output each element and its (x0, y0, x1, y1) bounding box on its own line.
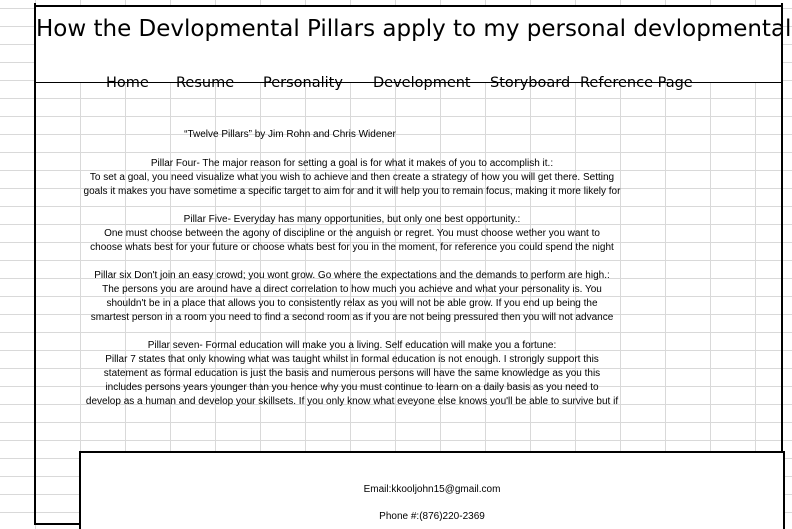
footer: Email:kkooljohn15@gmail.com Phone #:(876… (79, 451, 785, 529)
pillar-four-block: Pillar Four- The major reason for settin… (82, 157, 622, 199)
source-heading: “Twelve Pillars” by Jim Rohn and Chris W… (184, 129, 396, 140)
pillar-seven-title: Pillar seven- Formal education will make… (147, 340, 557, 351)
pillar-four-line: goals it makes you have sometime a speci… (83, 186, 621, 197)
footer-email: Email:kkooljohn15@gmail.com (363, 484, 501, 495)
nav-development[interactable]: Development (373, 75, 471, 91)
pillar-seven-line: includes persons years younger than you … (105, 382, 599, 393)
pillar-six-line: shouldn't be in a place that allows you … (106, 298, 598, 309)
nav-home[interactable]: Home (106, 75, 149, 91)
pillar-six-title: Pillar six Don't join an easy crowd; you… (94, 270, 610, 281)
page-title: How the Devlopmental Pillars apply to my… (36, 16, 792, 42)
pillar-seven-block: Pillar seven- Formal education will make… (82, 339, 622, 409)
nav-reference-page[interactable]: Reference Page (580, 75, 693, 91)
pillar-six-block: Pillar six Don't join an easy crowd; you… (82, 269, 622, 325)
pillar-four-title: Pillar Four- The major reason for settin… (150, 158, 554, 169)
pillar-five-title: Pillar Five- Everyday has many opportuni… (183, 214, 521, 225)
nav-resume[interactable]: Resume (176, 75, 234, 91)
nav-personality[interactable]: Personality (263, 75, 343, 91)
pillar-six-line: The persons you are around have a direct… (102, 284, 602, 295)
nav-storyboard[interactable]: Storyboard (490, 75, 570, 91)
pillar-six-line: smartest person in a room you need to fi… (90, 312, 614, 323)
pillar-five-line: One must choose between the agony of dis… (104, 228, 600, 239)
pillar-seven-line: Pillar 7 states that only knowing what w… (105, 354, 599, 365)
footer-phone: Phone #:(876)220-2369 (379, 511, 485, 522)
pillar-four-line: To set a goal, you need visualize what y… (89, 172, 615, 183)
pillar-five-line: choose whats best for your future or cho… (90, 242, 614, 253)
nav-bar: Home Resume Personality Development Stor… (36, 75, 781, 95)
header: How the Devlopmental Pillars apply to my… (36, 5, 792, 91)
pillar-five-block: Pillar Five- Everyday has many opportuni… (82, 213, 622, 255)
pillar-seven-line: develop as a human and develop your skil… (85, 396, 619, 407)
pillar-seven-line: statement as formal education is just th… (103, 368, 601, 379)
